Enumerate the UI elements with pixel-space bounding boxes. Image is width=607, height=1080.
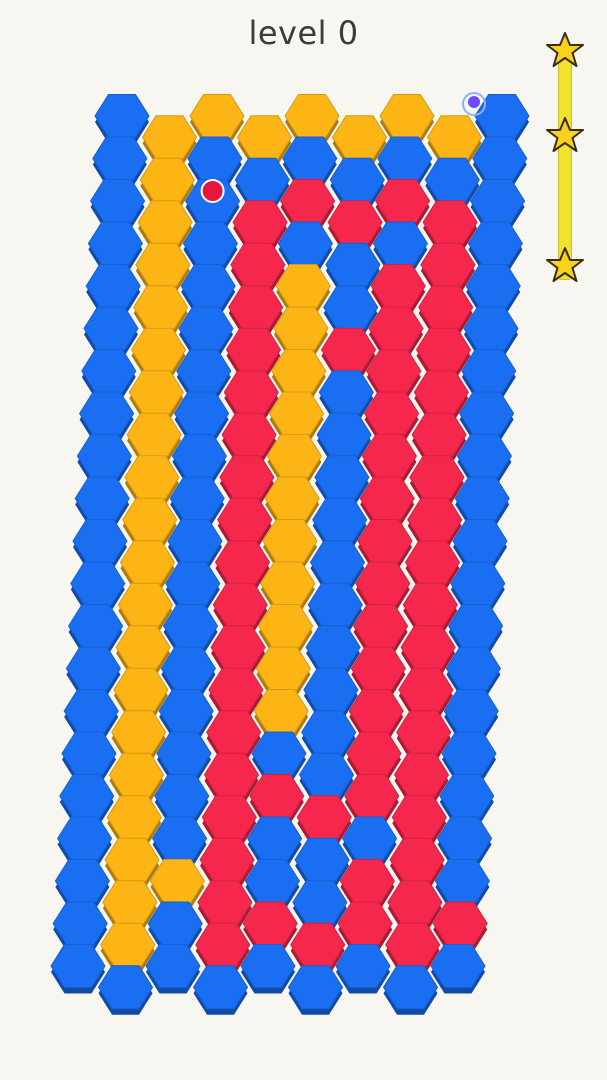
goal-gem-icon: [468, 96, 480, 108]
star-icon: [546, 32, 584, 67]
hex-grid: [50, 94, 530, 1015]
progress-bar: [545, 30, 585, 290]
star-icon: [546, 117, 584, 152]
game-board[interactable]: [0, 0, 607, 1080]
player-ball[interactable]: [200, 179, 225, 203]
star-icon: [546, 247, 584, 282]
